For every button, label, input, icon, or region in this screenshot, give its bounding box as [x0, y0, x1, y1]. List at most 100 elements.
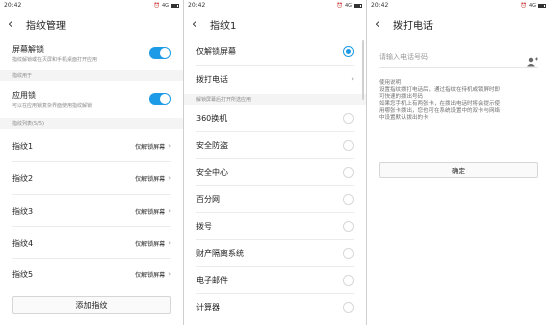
help-line: 如果您手机上有两张卡，在拨出电话时将会提示使: [379, 101, 501, 107]
confirm-button[interactable]: 确定: [379, 162, 538, 178]
dial-call-screen: 20:42 ⏰ 4G ‹ 拨打电话 使用说明 设置指纹拨打电话后，通过指纹在待机…: [367, 0, 550, 325]
app-lock-desc: 可以在应用锁复杂界面使用指纹解锁: [12, 102, 93, 109]
usage-instructions: 使用说明 设置指纹拨打电话后，通过指纹在待机或锁屏时即 可快速的拨出号码 如果您…: [379, 80, 538, 122]
status-bar: 20:42 ⏰ 4G: [0, 0, 183, 11]
fingerprint-name: 指纹1: [12, 141, 34, 151]
divider: [196, 212, 354, 213]
radio-unselected[interactable]: [343, 220, 354, 232]
signal-label: 4G: [161, 2, 169, 9]
chevron-right-icon: ›: [168, 142, 171, 150]
app-label: 360换机: [196, 113, 228, 123]
divider: [196, 158, 354, 159]
radio-unselected[interactable]: [343, 139, 354, 151]
chevron-right-icon: ›: [168, 270, 171, 278]
back-arrow-icon[interactable]: ‹: [192, 18, 206, 31]
fingerprint-row[interactable]: 指纹4 仅解锁屏幕 ›: [0, 232, 183, 254]
status-bar: 20:42 ⏰ 4G: [184, 0, 366, 11]
fingerprint-row[interactable]: 指纹5 仅解锁屏幕 ›: [0, 263, 183, 285]
app-lock-toggle[interactable]: [149, 93, 171, 105]
radio-selected[interactable]: [343, 45, 354, 57]
page-title: 拨打电话: [393, 20, 433, 32]
add-fingerprint-button[interactable]: 添加指纹: [12, 296, 171, 314]
app-lock-row[interactable]: 应用锁 可以在应用锁复杂界面使用指纹解锁: [0, 85, 183, 113]
section-open-app: 解锁屏幕后打开所选应用: [184, 94, 366, 105]
option-unlock-only[interactable]: 仅解锁屏幕: [184, 40, 366, 62]
fingerprint-row[interactable]: 指纹3 仅解锁屏幕 ›: [0, 200, 183, 222]
app-lock-label: 应用锁: [12, 90, 36, 100]
app-label: 拨号: [196, 221, 212, 231]
section-fingerprint-list: 指纹列表(5/5): [0, 118, 183, 129]
divider: [196, 65, 354, 66]
back-arrow-icon[interactable]: ‹: [8, 18, 22, 31]
screen-lock-desc: 指纹解锁或在灭屏和手机桌面打开应用: [12, 56, 98, 63]
back-arrow-icon[interactable]: ‹: [375, 18, 389, 31]
divider: [196, 185, 354, 186]
status-icons: ⏰ 4G: [521, 3, 546, 9]
radio-unselected[interactable]: [343, 301, 354, 313]
radio-unselected[interactable]: [343, 193, 354, 205]
app-label: 安全防盗: [196, 140, 228, 150]
fingerprint-action: 仅解锁屏幕: [135, 208, 166, 216]
page-title: 指纹1: [210, 20, 237, 32]
chevron-right-icon: ›: [168, 174, 171, 182]
alarm-icon: ⏰: [153, 2, 160, 9]
fingerprint-row[interactable]: 指纹2 仅解锁屏幕 ›: [0, 167, 183, 189]
fingerprint-row[interactable]: 指纹1 仅解锁屏幕 ›: [0, 135, 183, 157]
radio-unselected[interactable]: [343, 166, 354, 178]
status-time: 20:42: [4, 2, 22, 9]
app-bar: ‹ 拨打电话: [367, 11, 550, 37]
app-item[interactable]: 电子邮件: [184, 269, 366, 291]
screen-lock-toggle[interactable]: [149, 47, 171, 59]
option-label: 仅解锁屏幕: [196, 46, 236, 56]
option-dial-call[interactable]: 拨打电话 ›: [184, 68, 366, 90]
status-icons: ⏰ 4G: [154, 3, 179, 9]
radio-unselected[interactable]: [343, 247, 354, 259]
signal-label: 4G: [344, 2, 352, 9]
chevron-right-icon: ›: [168, 207, 171, 215]
radio-unselected[interactable]: [343, 112, 354, 124]
status-icons: ⏰ 4G: [337, 3, 362, 9]
alarm-icon: ⏰: [520, 2, 527, 9]
app-label: 安全中心: [196, 167, 228, 177]
fingerprint-action: 仅解锁屏幕: [135, 271, 166, 279]
fingerprint-name: 指纹5: [12, 269, 34, 279]
divider: [12, 194, 171, 195]
fingerprint-name: 指纹2: [12, 173, 34, 183]
app-label: 财产隔离系统: [196, 248, 244, 258]
phone-number-input[interactable]: [379, 52, 526, 61]
chevron-right-icon: ›: [168, 239, 171, 247]
divider: [12, 258, 171, 259]
divider: [12, 226, 171, 227]
option-label: 拨打电话: [196, 74, 228, 84]
help-line: 中设置默认拨出的卡: [379, 115, 429, 121]
screen-lock-label: 屏幕解锁: [12, 44, 44, 54]
phone-input-row: [379, 46, 538, 68]
app-item[interactable]: 安全中心: [184, 161, 366, 183]
contact-picker-icon[interactable]: [526, 52, 538, 66]
app-label: 百分网: [196, 194, 220, 204]
app-item[interactable]: 拨号: [184, 215, 366, 237]
page-title: 指纹管理: [26, 20, 66, 32]
scrollbar[interactable]: [362, 40, 364, 100]
fingerprint-name: 指纹4: [12, 238, 34, 248]
signal-label: 4G: [528, 2, 536, 9]
status-bar: 20:42 ⏰ 4G: [367, 0, 550, 11]
screen-lock-row[interactable]: 屏幕解锁 指纹解锁或在灭屏和手机桌面打开应用: [0, 40, 183, 66]
app-item[interactable]: 360换机: [184, 107, 366, 129]
radio-unselected[interactable]: [343, 274, 354, 286]
fingerprint-action: 仅解锁屏幕: [135, 240, 166, 248]
app-item[interactable]: 安全防盗: [184, 134, 366, 156]
fingerprint-name: 指纹3: [12, 206, 34, 216]
app-bar: ‹ 指纹管理: [0, 11, 183, 37]
section-usage: 指纹用于: [0, 70, 183, 81]
divider: [196, 266, 354, 267]
app-item[interactable]: 财产隔离系统: [184, 242, 366, 264]
fingerprint-action: 仅解锁屏幕: [135, 143, 166, 151]
app-item[interactable]: 百分网: [184, 188, 366, 210]
app-item[interactable]: 计算器: [184, 296, 366, 318]
fingerprint-action: 仅解锁屏幕: [135, 175, 166, 183]
fingerprint-management-screen: 20:42 ⏰ 4G ‹ 指纹管理 屏幕解锁 指纹解锁或在灭屏和手机桌面打开应用…: [0, 0, 183, 325]
status-time: 20:42: [188, 2, 206, 9]
divider: [196, 131, 354, 132]
help-line: 用哪张卡拨出，您也可在系统设置中的双卡与网络: [379, 108, 501, 114]
